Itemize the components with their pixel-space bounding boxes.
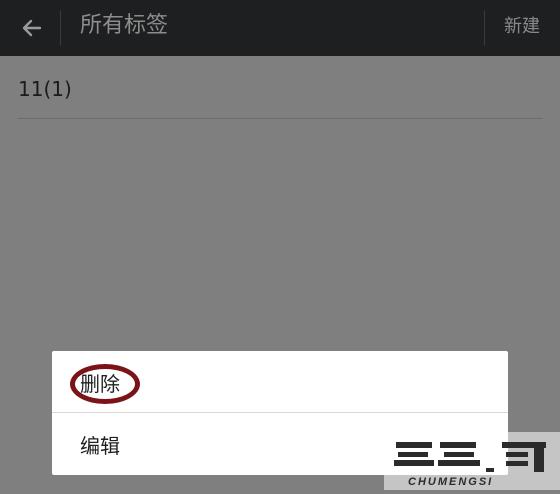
svg-text:CHUMENGSI: CHUMENGSI <box>408 476 493 488</box>
menu-divider <box>52 412 508 413</box>
header-divider-right <box>484 10 485 46</box>
header-divider <box>60 10 61 46</box>
new-tag-button[interactable]: 新建 <box>494 15 550 39</box>
edit-label: 编辑 <box>80 434 120 458</box>
tag-label: 11(1) <box>18 77 72 101</box>
watermark-logo: CHUMENGSI <box>384 432 560 490</box>
top-app-bar: 所有标签 新建 <box>0 0 560 56</box>
highlight-circle-annotation <box>70 364 140 404</box>
arrow-left-icon <box>22 19 42 37</box>
page-title: 所有标签 <box>80 13 169 38</box>
tag-list-item[interactable]: 11(1) <box>18 74 543 119</box>
back-button[interactable] <box>14 10 50 46</box>
